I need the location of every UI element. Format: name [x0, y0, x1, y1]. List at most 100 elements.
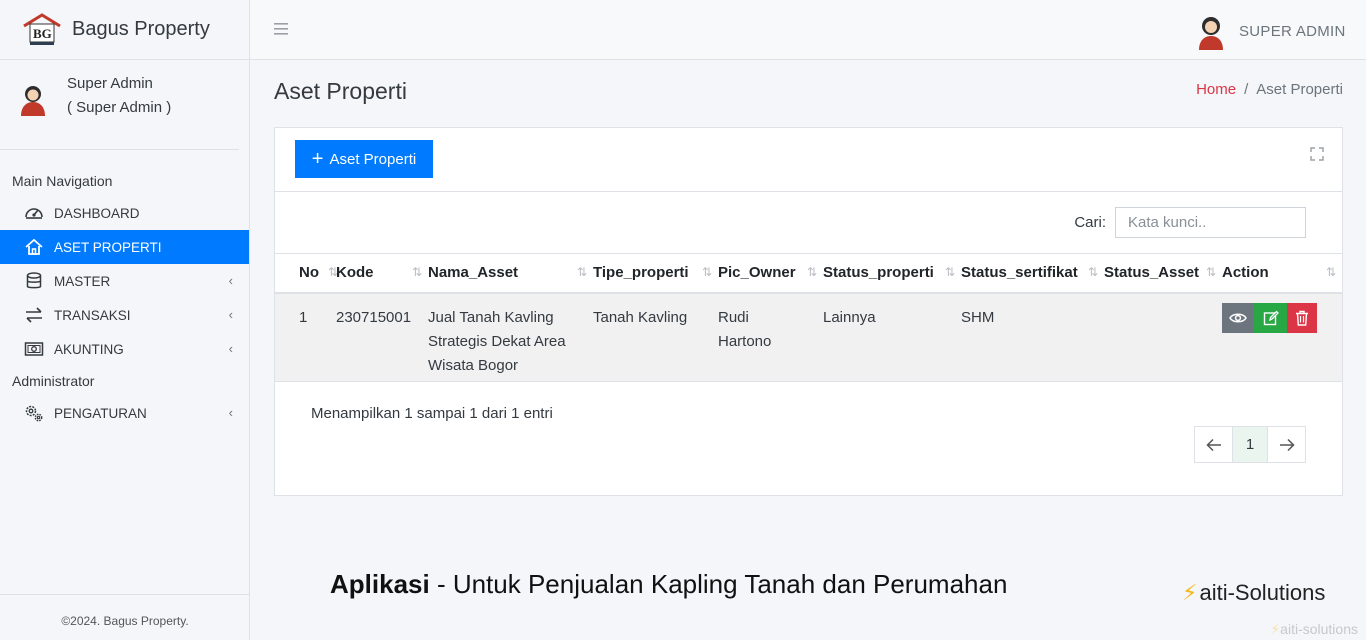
chevron-left-icon: ‹ — [228, 341, 233, 356]
sidebar-item-dashboard[interactable]: DASHBOARD — [0, 196, 249, 230]
exchange-icon — [24, 305, 44, 325]
delete-button[interactable] — [1287, 302, 1317, 333]
table-header-row: No ⇅ Kode ⇅ Nama_Asset ⇅ Tipe_properti ⇅ Pic… — [275, 253, 1342, 293]
money-icon — [24, 339, 44, 359]
column-header-nama-asset[interactable]: Nama_Asset ⇅ — [428, 254, 593, 293]
gears-icon — [24, 403, 44, 423]
arrow-left-icon — [1205, 438, 1221, 451]
asset-table: No ⇅ Kode ⇅ Nama_Asset ⇅ Tipe_properti ⇅ Pic… — [275, 253, 1342, 382]
database-icon — [24, 271, 44, 291]
search-input[interactable] — [1115, 207, 1306, 238]
card-header: + Aset Properti — [275, 128, 1342, 192]
sort-icon: ⇅ — [411, 265, 422, 279]
watermark: ⚡aiti-solutions — [1270, 621, 1358, 637]
home-icon — [24, 237, 44, 257]
chevron-left-icon: ‹ — [228, 307, 233, 322]
brand-logo-icon: BG — [23, 12, 61, 45]
eye-icon — [1229, 313, 1247, 322]
add-asset-button[interactable]: + Aset Properti — [295, 140, 433, 178]
search-label: Cari: — [1074, 214, 1106, 231]
column-header-status-asset[interactable]: Status_Asset ⇅ — [1104, 254, 1222, 293]
column-header-kode[interactable]: Kode ⇅ — [336, 254, 428, 293]
plus-icon: + — [311, 148, 324, 170]
edit-icon — [1263, 310, 1279, 325]
sidebar-item-label: MASTER — [54, 273, 111, 289]
sidebar-item-akunting[interactable]: AKUNTING ‹ — [0, 332, 249, 366]
prev-page-button[interactable] — [1195, 427, 1232, 462]
vendor-logo: ⚡ aiti-Solutions — [1182, 580, 1325, 606]
svg-text:BG: BG — [33, 26, 52, 41]
sort-icon: ⇅ — [576, 265, 587, 279]
chevron-left-icon: ‹ — [228, 405, 233, 420]
sidebar-item-label: AKUNTING — [54, 341, 124, 357]
sort-icon: ⇅ — [944, 265, 955, 279]
cell-status-asset — [1104, 293, 1222, 382]
brand[interactable]: BG Bagus Property — [0, 0, 249, 60]
action-buttons — [1222, 302, 1342, 333]
promo-caption: Aplikasi - Untuk Penjualan Kapling Tanah… — [330, 569, 1007, 600]
sort-icon: ⇅ — [1087, 265, 1098, 279]
expand-icon[interactable] — [1310, 147, 1324, 161]
trash-icon — [1296, 310, 1308, 326]
cell-status-sertifikat: SHM — [961, 308, 995, 326]
nav-header-main: Main Navigation — [12, 173, 113, 189]
edit-button[interactable] — [1254, 302, 1287, 333]
topbar: SUPER ADMIN — [250, 0, 1366, 60]
column-header-pic-owner[interactable]: Pic_Owner ⇅ — [718, 254, 823, 293]
page-title: Aset Properti — [274, 78, 407, 104]
user-name: Super Admin — [67, 75, 153, 92]
cell-tipe-properti: Tanah Kavling — [593, 308, 688, 326]
nav-header-admin: Administrator — [12, 373, 95, 389]
sidebar-item-label: TRANSAKSI — [54, 307, 131, 323]
hamburger-menu-icon[interactable] — [274, 22, 288, 36]
user-panel[interactable]: Super Admin ( Super Admin ) — [0, 60, 239, 150]
table-row: 1 230715001 Jual Tanah Kavling Strategis… — [275, 292, 1342, 382]
add-asset-label: Aset Properti — [329, 150, 417, 168]
promo-bold: Aplikasi — [330, 569, 430, 599]
page-button-current[interactable]: 1 — [1232, 427, 1268, 462]
promo-text: - Untuk Penjualan Kapling Tanah dan Peru… — [429, 569, 1008, 599]
sidebar-footer: ©2024. Bagus Property. — [0, 594, 250, 640]
column-header-tipe-properti[interactable]: Tipe_properti ⇅ — [593, 254, 718, 293]
asset-card: + Aset Properti Cari: No⇅ Kode⇅ Nama_Ass… — [274, 127, 1343, 496]
user-menu[interactable]: SUPER ADMIN — [1239, 23, 1346, 40]
cell-status-properti: Lainnya — [823, 308, 876, 326]
sort-icon: ⇅ — [806, 265, 817, 279]
column-header-status-sertifikat[interactable]: Status_sertifikat ⇅ — [961, 254, 1104, 293]
cell-pic-owner: Rudi Hartono — [718, 308, 772, 350]
sidebar-item-aset-properti[interactable]: ASET PROPERTI — [0, 230, 249, 264]
search-row: Cari: — [1074, 207, 1306, 238]
sidebar-item-master[interactable]: MASTER ‹ — [0, 264, 249, 298]
column-header-action[interactable]: Action ⇅ — [1222, 254, 1342, 293]
avatar[interactable] — [1196, 14, 1226, 50]
column-header-status-properti[interactable]: Status_properti ⇅ — [823, 254, 961, 293]
sidebar-item-label: PENGATURAN — [54, 405, 147, 421]
lightning-icon: ⚡ — [1182, 580, 1198, 605]
breadcrumb-separator: / — [1244, 81, 1249, 98]
column-header-no[interactable]: No ⇅ — [275, 254, 338, 293]
vendor-name: aiti-Solutions — [1199, 580, 1326, 605]
user-role: ( Super Admin ) — [67, 99, 172, 116]
view-button[interactable] — [1222, 302, 1254, 333]
table-info: Menampilkan 1 sampai 1 dari 1 entri — [311, 405, 553, 422]
brand-name: Bagus Property — [72, 18, 210, 40]
sidebar: BG Bagus Property Super Admin ( Super Ad… — [0, 0, 250, 640]
next-page-button[interactable] — [1268, 427, 1305, 462]
cell-nama-asset: Jual Tanah Kavling Strategis Dekat Area … — [428, 308, 566, 374]
cell-action — [1222, 293, 1342, 382]
sidebar-item-label: DASHBOARD — [54, 205, 140, 221]
arrow-right-icon — [1279, 438, 1295, 451]
breadcrumb: Home / Aset Properti — [1196, 81, 1343, 98]
lightning-icon: ⚡ — [1270, 621, 1281, 637]
pagination: 1 — [1194, 426, 1306, 463]
sort-icon: ⇅ — [1205, 265, 1216, 279]
cell-no: 1 — [299, 308, 308, 326]
breadcrumb-home-link[interactable]: Home — [1196, 81, 1236, 98]
avatar — [21, 86, 45, 116]
breadcrumb-current: Aset Properti — [1256, 81, 1343, 98]
sort-icon: ⇅ — [1325, 265, 1336, 279]
user-info: Super Admin ( Super Admin ) — [67, 72, 171, 120]
sidebar-item-transaksi[interactable]: TRANSAKSI ‹ — [0, 298, 249, 332]
sidebar-item-label: ASET PROPERTI — [54, 239, 162, 255]
sidebar-item-pengaturan[interactable]: PENGATURAN ‹ — [0, 396, 249, 430]
